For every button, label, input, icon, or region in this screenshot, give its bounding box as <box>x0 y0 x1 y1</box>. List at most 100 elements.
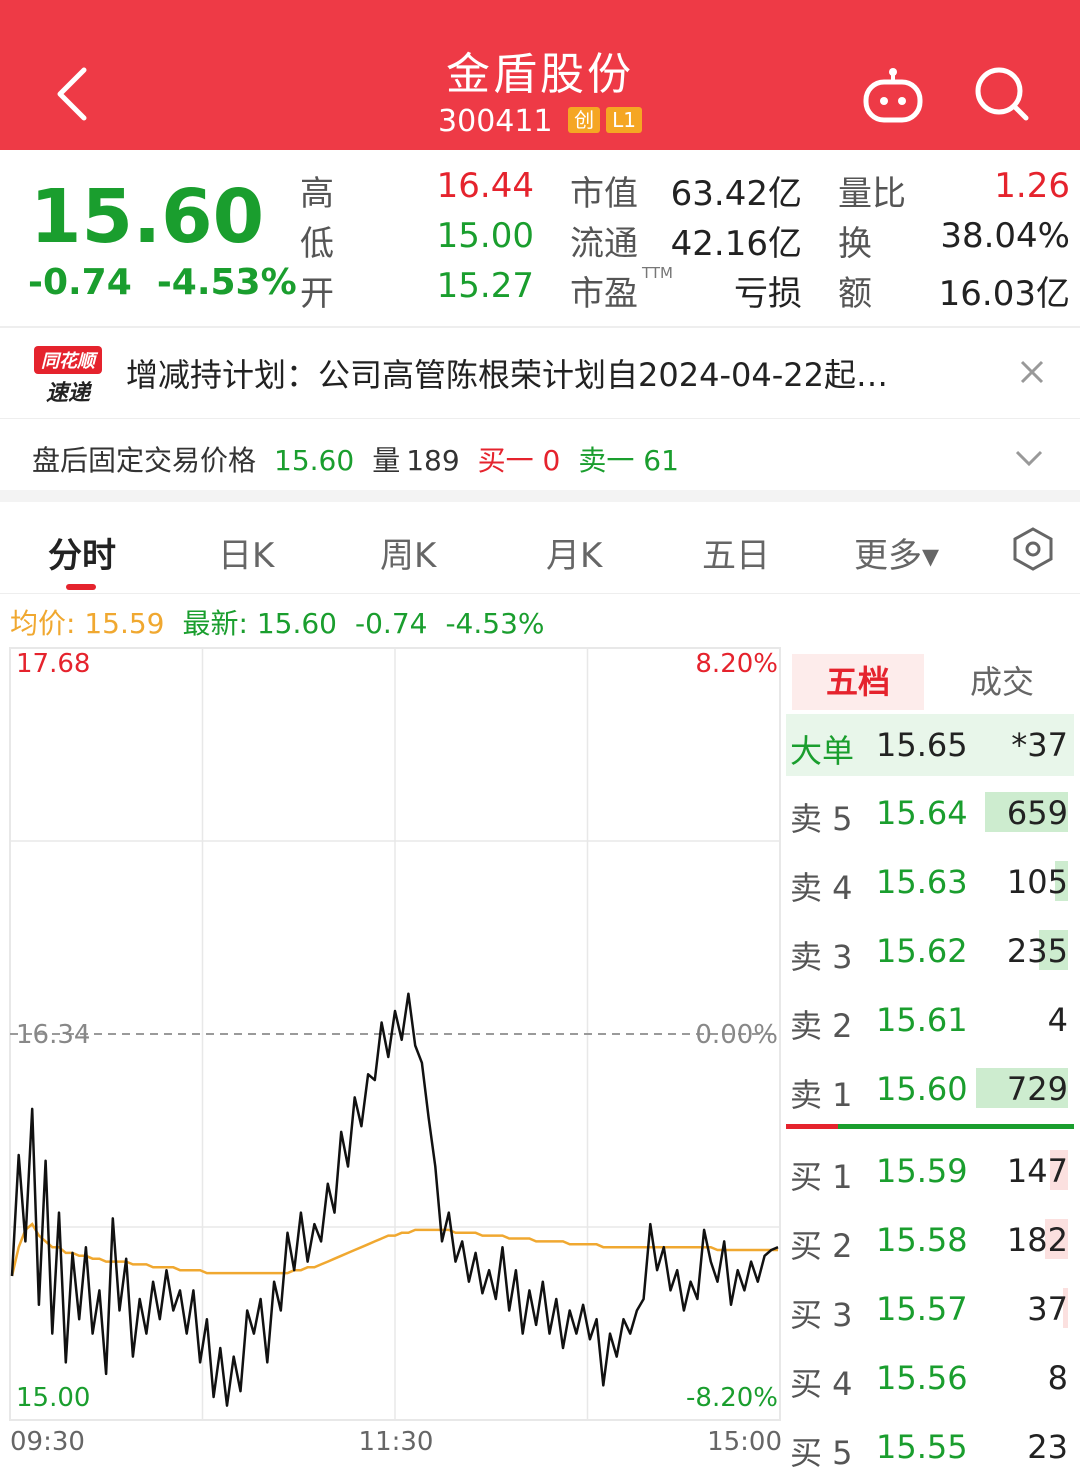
tab-more[interactable]: 更多▾ <box>854 528 939 577</box>
level-price: 15.64 <box>876 794 968 832</box>
level-label: 卖 5 <box>790 800 853 838</box>
active-tab-indicator <box>66 584 96 590</box>
level-volume: 37 <box>1027 1290 1068 1328</box>
latest-change-pct: -4.53% <box>445 607 545 640</box>
level-price: 15.57 <box>876 1290 968 1328</box>
bid-row[interactable]: 买 4 15.56 8 <box>786 1347 1074 1409</box>
chart-tabs: 分时 日K 周K 月K 五日 更多▾ <box>0 502 1080 594</box>
price-change: -0.74 -4.53% <box>28 262 297 303</box>
level-price: 15.56 <box>876 1359 968 1397</box>
x-axis-label-open: 09:30 <box>10 1427 85 1457</box>
quote-value: 1.26 <box>994 166 1070 206</box>
bid-ask-ratio-bar <box>786 1124 1074 1129</box>
intraday-chart[interactable]: 17.68 16.34 15.00 8.20% 0.00% -8.20% 09:30 11:3… <box>0 644 786 1470</box>
after-hours-buy1: 买一 0 <box>477 444 561 477</box>
news-banner[interactable]: 同花顺 速递 增减持计划：公司高管陈根荣计划自2024-04-22起… <box>0 330 1080 418</box>
quote-value: 38.04% <box>940 216 1070 256</box>
y-axis-high-pct-label: 8.20% <box>695 649 778 679</box>
y-axis-low-pct-label: -8.20% <box>686 1383 778 1413</box>
latest-price: 最新: 15.60 <box>182 607 338 640</box>
tab-five-levels[interactable]: 五档 <box>792 654 924 710</box>
bid-row[interactable]: 买 3 15.57 37 <box>786 1278 1074 1340</box>
quote-label: 市值 <box>570 174 638 214</box>
quote-label: 开 <box>300 274 334 314</box>
level-label: 卖 2 <box>790 1007 853 1045</box>
quote-value: 63.42亿 <box>670 174 802 214</box>
level-volume: 23 <box>1027 1428 1068 1466</box>
bid-row[interactable]: 买 1 15.59 147 <box>786 1140 1074 1202</box>
after-hours-price: 15.60 <box>274 444 355 477</box>
x-axis-label-noon: 11:30 <box>359 1427 434 1457</box>
quote-value: 16.44 <box>436 166 534 206</box>
robot-assistant-icon[interactable] <box>860 66 926 126</box>
y-axis-zero-pct-label: 0.00% <box>695 1020 778 1050</box>
ask-row[interactable]: 卖 1 15.60 729 <box>786 1058 1074 1120</box>
level-price: 15.61 <box>876 1001 968 1039</box>
level-label: 买 1 <box>790 1158 853 1196</box>
svg-text:同花顺: 同花顺 <box>41 351 99 372</box>
level-volume: 8 <box>1047 1359 1068 1397</box>
ask-row[interactable]: 卖 5 15.64 659 <box>786 782 1074 844</box>
after-hours-volume: 189 <box>406 444 460 477</box>
tab-weekly-k[interactable]: 周K <box>380 528 436 577</box>
ask-row[interactable]: 卖 4 15.63 105 <box>786 851 1074 913</box>
level-volume: 659 <box>1006 794 1068 832</box>
bid-row[interactable]: 买 2 15.58 182 <box>786 1209 1074 1271</box>
ask-row[interactable]: 卖 3 15.62 235 <box>786 920 1074 982</box>
chart-info-line: 均价: 15.59 最新: 15.60 -0.74 -4.53% <box>10 602 563 642</box>
quote-value: 亏损 <box>734 274 802 314</box>
chevron-down-icon[interactable] <box>1014 449 1044 467</box>
level-badge: L1 <box>606 107 642 133</box>
level-label: 卖 3 <box>790 938 853 976</box>
level-label: 买 5 <box>790 1434 853 1472</box>
svg-text:速递: 速递 <box>46 380 93 406</box>
level-volume: 147 <box>1006 1152 1068 1190</box>
after-hours-label: 盘后固定交易价格 <box>32 444 257 477</box>
y-axis-low-label: 15.00 <box>16 1383 90 1413</box>
quote-label: 量比 <box>838 174 906 214</box>
level-volume: *37 <box>1011 726 1068 764</box>
tab-monthly-k[interactable]: 月K <box>546 528 602 577</box>
app-header: 金盾股份 300411 创 L1 <box>0 0 1080 150</box>
tab-intraday[interactable]: 分时 <box>48 528 116 577</box>
ask-row[interactable]: 卖 2 15.61 4 <box>786 989 1074 1051</box>
tab-daily-k[interactable]: 日K <box>218 528 274 577</box>
level-label: 大单 <box>790 732 855 770</box>
quote-label: 流通 <box>570 224 638 264</box>
board-badge: 创 <box>568 107 601 133</box>
level-label: 卖 1 <box>790 1076 853 1114</box>
ttm-label: TTM <box>642 264 674 282</box>
quote-value: 15.00 <box>436 216 534 256</box>
y-axis-prevclose-label: 16.34 <box>16 1020 90 1050</box>
big-order-row[interactable]: 大单 15.65 *37 <box>786 714 1074 776</box>
after-hours-sell1: 卖一 61 <box>578 444 679 477</box>
quote-label: 低 <box>300 224 334 264</box>
level-price: 15.59 <box>876 1152 968 1190</box>
level-label: 买 3 <box>790 1296 853 1334</box>
search-icon[interactable] <box>972 64 1032 124</box>
level-volume: 182 <box>1006 1221 1068 1259</box>
level-label: 卖 4 <box>790 869 853 907</box>
settings-hexagon-icon[interactable] <box>1010 526 1056 572</box>
level-price: 15.63 <box>876 863 968 901</box>
quote-value: 15.27 <box>436 266 534 306</box>
level-volume: 105 <box>1006 863 1068 901</box>
quote-value: 16.03亿 <box>938 274 1070 314</box>
news-headline[interactable]: 增减持计划：公司高管陈根荣计划自2024-04-22起… <box>126 350 996 396</box>
level-label: 买 2 <box>790 1227 853 1265</box>
latest-change: -0.74 <box>355 607 428 640</box>
tab-trades[interactable]: 成交 <box>936 654 1068 710</box>
last-price: 15.60 <box>30 174 265 260</box>
stock-code: 300411 <box>438 104 553 139</box>
level-price: 15.65 <box>876 726 968 764</box>
section-divider <box>0 490 1080 502</box>
level-price: 15.58 <box>876 1221 968 1259</box>
close-icon[interactable] <box>1018 358 1046 386</box>
level-price: 15.55 <box>876 1428 968 1466</box>
tab-five-day[interactable]: 五日 <box>702 528 770 577</box>
level-label: 买 4 <box>790 1365 853 1403</box>
level-price: 15.60 <box>876 1070 968 1108</box>
bid-row[interactable]: 买 5 15.55 23 <box>786 1416 1074 1478</box>
after-hours-row[interactable]: 盘后固定交易价格 15.60 量 189 买一 0 卖一 61 <box>0 418 1080 490</box>
news-logo-icon: 同花顺 速递 <box>34 346 102 406</box>
